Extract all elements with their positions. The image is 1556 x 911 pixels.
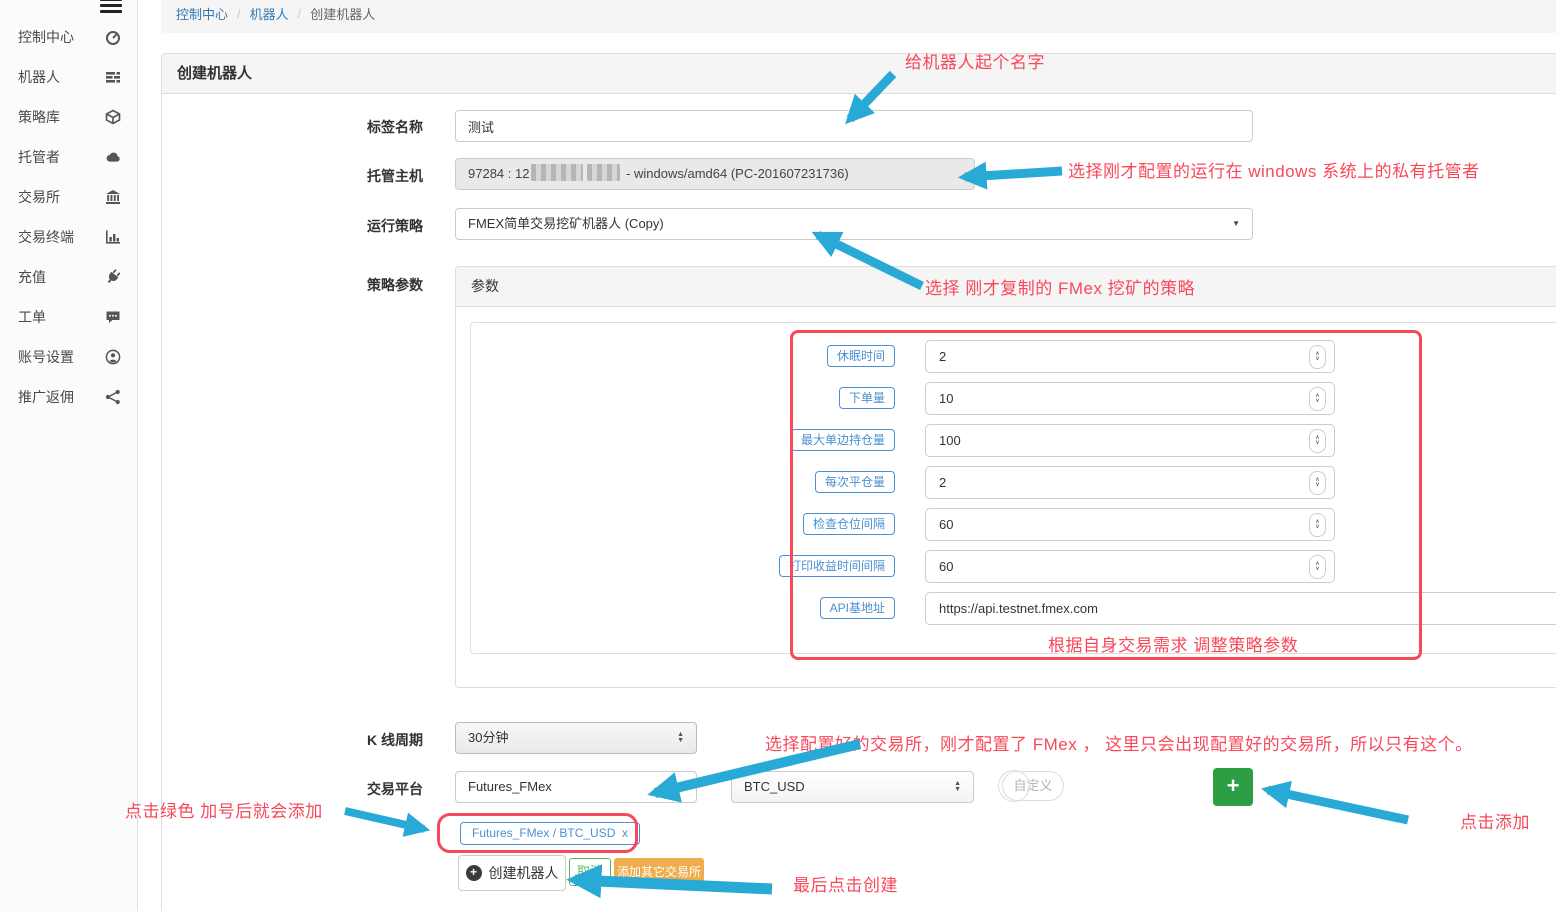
- params-highlight-box: [790, 330, 1422, 660]
- plus-circle-icon: +: [466, 865, 482, 881]
- tag-name-label: 标签名称: [283, 117, 423, 137]
- create-robot-button[interactable]: + 创建机器人: [458, 855, 566, 891]
- breadcrumb-current: 创建机器人: [310, 4, 375, 23]
- sidebar-item-dashboard[interactable]: 控制中心: [0, 17, 137, 57]
- chevron-down-icon: ▼: [676, 772, 684, 802]
- annotation-plus-hint: 点击绿色 加号后就会添加: [125, 797, 323, 822]
- breadcrumb-home-link[interactable]: 控制中心: [176, 4, 228, 23]
- params-label: 策略参数: [283, 275, 423, 295]
- create-robot-page: 控制中心 机器人 策略库 托管者 交易所 交易终端 充值 工单: [0, 0, 1556, 911]
- host-label: 托管主机: [283, 166, 423, 186]
- sidebar-item-exchanges[interactable]: 交易所: [0, 177, 137, 217]
- chevron-down-icon: ▼: [1232, 209, 1240, 239]
- annotation-name-hint: 给机器人起个名字: [905, 48, 1045, 73]
- add-other-exchange-button[interactable]: 添加其它交易所: [614, 858, 704, 886]
- robots-icon: [105, 69, 121, 85]
- platform-label: 交易平台: [283, 779, 423, 799]
- tag-name-input[interactable]: [455, 110, 1253, 142]
- masked-ip-block: [531, 164, 583, 181]
- annotation-exchange-hint: 选择配置好的交易所，刚才配置了 FMex ， 这里只会出现配置好的交易所，所以只…: [765, 730, 1473, 755]
- breadcrumb: 控制中心 / 机器人 / 创建机器人: [161, 0, 1556, 33]
- annotation-create-hint: 最后点击创建: [793, 871, 898, 896]
- ticket-comment-icon: [105, 309, 121, 325]
- terminal-chart-icon: [105, 229, 121, 245]
- cancel-button[interactable]: 取消: [569, 858, 611, 886]
- annotation-params-hint: 根据自身交易需求 调整策略参数: [1048, 631, 1298, 656]
- account-user-icon: [105, 349, 121, 365]
- host-select[interactable]: 97284 : 12 - windows/amd64 (PC-201607231…: [455, 158, 975, 190]
- sidebar-item-referral[interactable]: 推广返佣: [0, 377, 137, 417]
- referral-share-icon: [105, 389, 121, 405]
- toggle-knob: [998, 770, 1030, 802]
- host-value-suffix: - windows/amd64 (PC-201607231736): [626, 166, 849, 181]
- strategy-label: 运行策略: [283, 216, 423, 236]
- pair-select[interactable]: BTC_USD ▲▼: [731, 771, 974, 803]
- sidebar-item-robots[interactable]: 机器人: [0, 57, 137, 97]
- kline-period-select[interactable]: 30分钟 ▲▼: [455, 722, 697, 754]
- sidebar-item-strategies[interactable]: 策略库: [0, 97, 137, 137]
- exchange-bank-icon: [105, 189, 121, 205]
- sidebar-item-recharge[interactable]: 充值: [0, 257, 137, 297]
- breadcrumb-separator: /: [298, 6, 302, 21]
- sidebar: 控制中心 机器人 策略库 托管者 交易所 交易终端 充值 工单: [0, 0, 138, 911]
- host-cloud-icon: [105, 149, 121, 165]
- annotation-add-hint: 点击添加: [1460, 808, 1530, 833]
- host-value-prefix: 97284 : 12: [468, 166, 529, 181]
- recharge-plug-icon: [105, 269, 121, 285]
- annotation-host-hint: 选择刚才配置的运行在 windows 系统上的私有托管者: [1068, 157, 1480, 182]
- breadcrumb-separator: /: [237, 6, 241, 21]
- sidebar-item-account[interactable]: 账号设置: [0, 337, 137, 377]
- panel-title: 创建机器人: [162, 54, 1556, 94]
- select-arrows-icon: ▲▼: [954, 781, 961, 793]
- select-arrows-icon: ▲▼: [677, 732, 684, 744]
- sidebar-item-tickets[interactable]: 工单: [0, 297, 137, 337]
- masked-ip-block: [587, 164, 620, 181]
- kline-label: K 线周期: [283, 730, 423, 750]
- annotation-strategy-hint: 选择 刚才复制的 FMex 挖矿的策略: [925, 274, 1195, 299]
- strategy-select[interactable]: FMEX简单交易挖矿机器人 (Copy) ▼: [455, 208, 1253, 240]
- sidebar-item-hosts[interactable]: 托管者: [0, 137, 137, 177]
- dashboard-icon: [105, 29, 121, 45]
- sidebar-item-terminal[interactable]: 交易终端: [0, 217, 137, 257]
- breadcrumb-robots-link[interactable]: 机器人: [250, 4, 289, 23]
- add-exchange-plus-button[interactable]: +: [1213, 768, 1253, 806]
- menu-collapse-icon[interactable]: [100, 0, 122, 16]
- strategy-cube-icon: [105, 109, 121, 125]
- custom-pair-toggle[interactable]: 自定义: [1002, 771, 1064, 801]
- pair-tag-highlight-box: [437, 813, 638, 853]
- strategy-value: FMEX简单交易挖矿机器人 (Copy): [468, 216, 664, 231]
- exchange-select[interactable]: Futures_FMex ▼: [455, 771, 697, 803]
